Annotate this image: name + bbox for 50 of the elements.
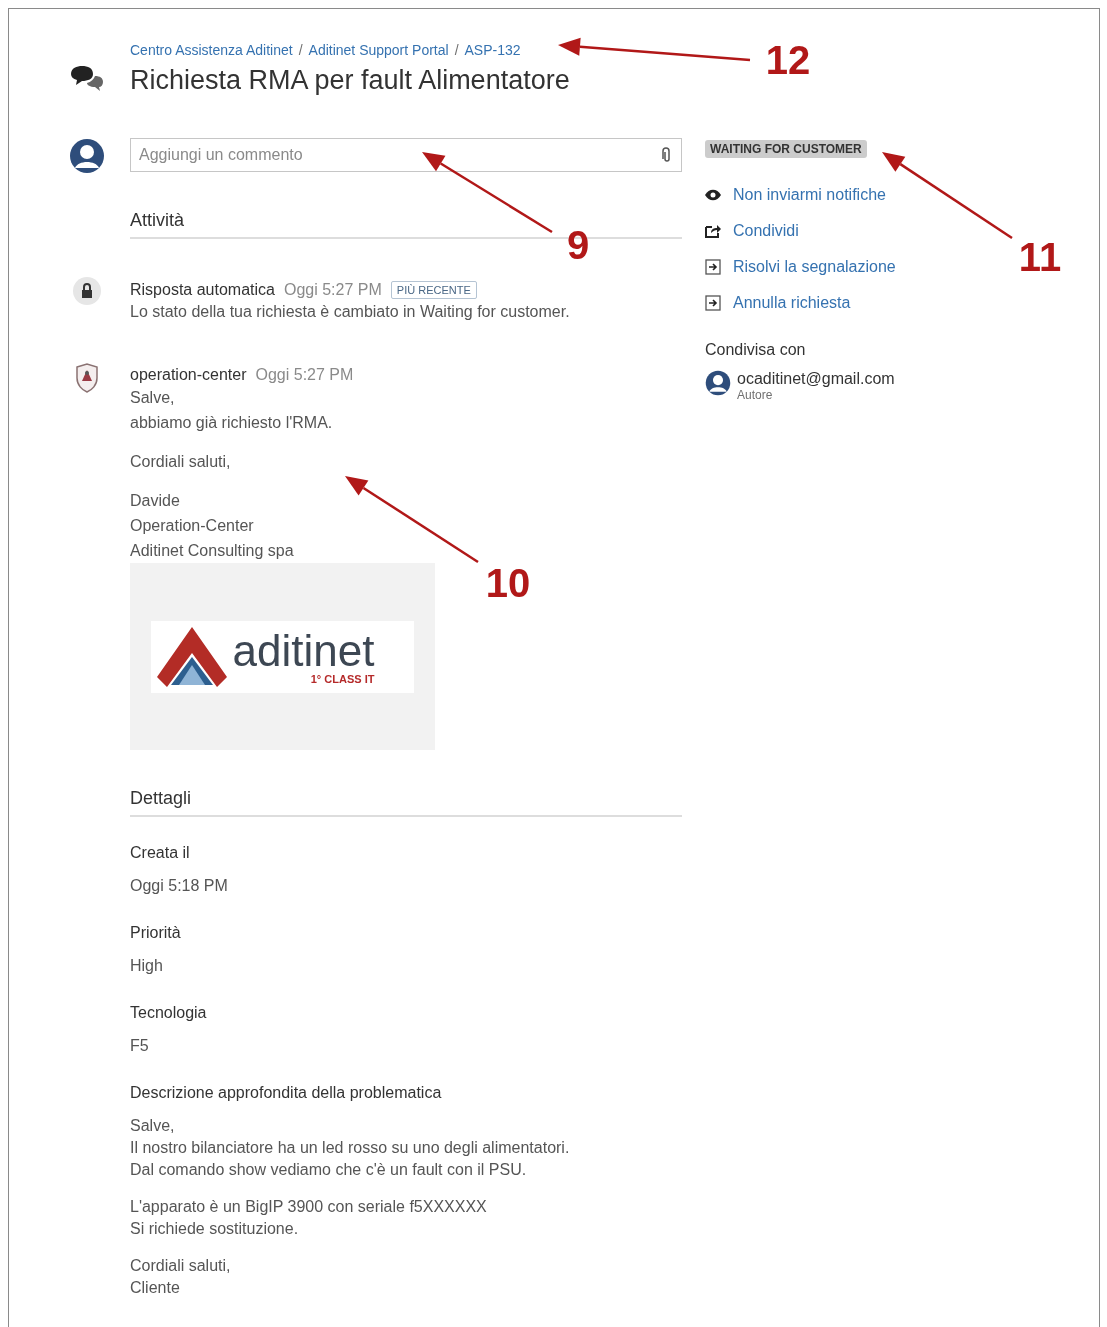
shield-icon (74, 363, 100, 393)
comment-field[interactable]: Aggiungi un commento (130, 138, 682, 172)
field-label: Descrizione approfondita della problematica (130, 1083, 442, 1103)
breadcrumb-link[interactable]: Centro Assistenza Aditinet (130, 41, 293, 59)
field-value: Oggi 5:18 PM (130, 876, 228, 896)
person-role: Autore (737, 388, 774, 402)
breadcrumb-separator: / (298, 41, 303, 59)
field-label: Tecnologia (130, 1003, 207, 1023)
logo-tagline: 1° CLASS IT (309, 672, 375, 685)
chat-bubbles-icon (69, 65, 105, 93)
callout-number: 11 (1018, 237, 1062, 277)
logo-wordmark: aditinet (232, 628, 375, 673)
action-link[interactable]: Non inviarmi notifiche (733, 186, 886, 204)
message-paragraph: Lo stato della tua richiesta è cambiato in Waiting for customer. (130, 302, 570, 322)
page-title: Richiesta RMA per fault Alimentatore (130, 64, 571, 97)
breadcrumb-separator: / (454, 41, 459, 59)
callout-number: 10 (485, 563, 531, 603)
breadcrumb-link[interactable]: Aditinet Support Portal (308, 41, 449, 59)
user-avatar-icon (69, 138, 105, 174)
person-email: ocaditinet@gmail.com (737, 370, 895, 388)
transition-icon (705, 295, 721, 311)
field-value: L'apparato è un BigIP 3900 con seriale f5XXXXXX Si richiede sostituzione. (130, 1197, 487, 1239)
action-link[interactable]: Condividi (733, 222, 799, 240)
message-paragraph: Salve, abbiamo già richiesto l'RMA. (130, 388, 333, 433)
lock-icon (72, 276, 102, 306)
callout-number: 12 (765, 40, 811, 80)
section-heading: Dettagli (130, 788, 682, 817)
attachment-icon[interactable] (662, 147, 672, 163)
user-avatar-icon (705, 370, 731, 396)
comment-time: Oggi 5:27 PM (283, 280, 382, 300)
message-paragraph: Cordiali saluti, (130, 452, 231, 472)
field-value: F5 (130, 1036, 149, 1056)
comment-author: operation-center (130, 365, 247, 385)
shared-with-heading: Condivisa con (705, 340, 806, 360)
field-label: Creata il (130, 843, 190, 863)
field-value: Cordiali saluti, Cliente (130, 1256, 231, 1298)
breadcrumb-link[interactable]: ASP-132 (464, 41, 521, 59)
comment-time: Oggi 5:27 PM (255, 365, 354, 385)
field-value: Salve, Il nostro bilanciatore ha un led rosso su uno degli alimentatori. Dal comando show vediamo che c'è un fault con il PSU. (130, 1116, 570, 1180)
message-paragraph: Davide Operation-Center Aditinet Consulting spa (130, 491, 294, 561)
action-link[interactable]: Annulla richiesta (733, 294, 851, 312)
action-link[interactable]: Risolvi la segnalazione (733, 258, 896, 276)
latest-tag: PIÙ RECENTE (390, 281, 477, 299)
eye-icon (705, 189, 721, 201)
field-value: High (130, 956, 163, 976)
transition-icon (705, 259, 721, 275)
status-lozenge: WAITING FOR CUSTOMER (705, 140, 867, 158)
comment-author: Risposta automatica (130, 280, 275, 300)
share-icon (705, 224, 721, 238)
field-label: Priorità (130, 923, 181, 943)
